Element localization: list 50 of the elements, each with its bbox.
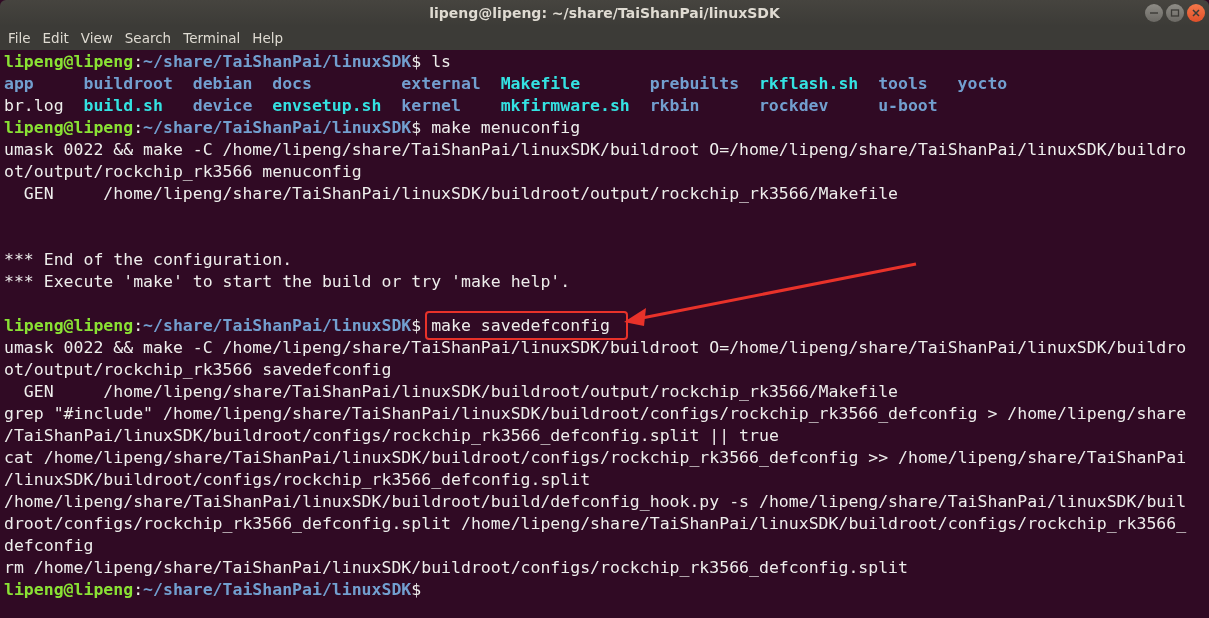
file-name: rkbin	[649, 96, 700, 115]
minimize-button[interactable]	[1145, 4, 1163, 22]
output-line: GEN /home/lipeng/share/TaiShanPai/linuxSDK/buildroot/output/rockchip_rk3566/Makefile	[22, 381, 900, 403]
file-name: buildroot	[83, 74, 173, 93]
file-name: rkflash.sh	[758, 74, 859, 93]
output-line: *** Execute 'make' to start the build or try 'make help'.	[4, 271, 572, 293]
output-line: cat /home/lipeng/share/TaiShanPai/linuxSDK/buildroot/configs/rockchip_rk3566_defconfig >> /home/lipeng/share/TaiShanPai	[4, 447, 1188, 469]
prompt-line: lipeng@lipeng:~/share/TaiShanPai/linuxSDK$ make menuconfig	[4, 117, 582, 139]
menu-item[interactable]: Search	[124, 30, 172, 46]
file-name: device	[192, 96, 253, 115]
file-name: kernel	[401, 96, 461, 115]
close-icon	[1191, 8, 1201, 18]
output-line: defconfig	[4, 535, 95, 557]
file-name: u-boot	[878, 96, 938, 115]
output-line: /linuxSDK/buildroot/configs/rockchip_rk3566_defconfig.split	[4, 469, 592, 491]
output-line: ot/output/rockchip_rk3566 savedefconfig	[4, 359, 393, 381]
output-line: rm /home/lipeng/share/TaiShanPai/linuxSDK/buildroot/configs/rockchip_rk3566_defconfig.split	[4, 557, 909, 579]
menu-item[interactable]: View	[80, 30, 113, 46]
output-line: droot/configs/rockchip_rk3566_defconfig.split /home/lipeng/share/TaiShanPai/linuxSDK/buildroot/configs/rockchip_rk3566_	[4, 513, 1188, 535]
menu-item[interactable]: Edit	[42, 30, 69, 46]
output-line: /TaiShanPai/linuxSDK/buildroot/configs/rockchip_rk3566_defconfig.split || true	[4, 425, 780, 447]
menu-item[interactable]: File	[8, 30, 31, 46]
file-name: br.log	[4, 96, 64, 115]
menu-item[interactable]: Help	[252, 30, 284, 46]
output-line: GEN /home/lipeng/share/TaiShanPai/linuxSDK/buildroot/output/rockchip_rk3566/Makefile	[22, 183, 900, 205]
file-name: app	[4, 74, 34, 93]
close-button[interactable]	[1187, 4, 1205, 22]
file-name: Makefile	[500, 74, 581, 93]
prompt-line: lipeng@lipeng:~/share/TaiShanPai/linuxSDK$ ls	[4, 51, 453, 73]
file-name: tools	[878, 74, 928, 93]
file-name: yocto	[957, 74, 1008, 93]
file-name: docs	[272, 74, 312, 93]
file-name: envsetup.sh	[272, 96, 382, 115]
file-name: debian	[192, 74, 253, 93]
file-name: mkfirmware.sh	[500, 96, 630, 115]
file-name: prebuilts	[649, 74, 740, 93]
file-name: rockdev	[758, 96, 829, 115]
output-line: umask 0022 && make -C /home/lipeng/share/TaiShanPai/linuxSDK/buildroot O=/home/lipeng/share/TaiShanPai/linuxSDK/buildro	[4, 139, 1188, 161]
output-line: /home/lipeng/share/TaiShanPai/linuxSDK/buildroot/build/defconfig_hook.py -s /home/lipeng/share/TaiShanPai/linuxSDK/buil	[4, 491, 1188, 513]
prompt-line: lipeng@lipeng:~/share/TaiShanPai/linuxSDK$	[4, 579, 423, 601]
file-name: build.sh	[83, 96, 163, 115]
maximize-button[interactable]	[1166, 4, 1184, 22]
output-line: ot/output/rockchip_rk3566 menuconfig	[4, 161, 363, 183]
maximize-icon	[1170, 8, 1180, 18]
menu-item[interactable]: Terminal	[183, 30, 241, 46]
output-line: grep "#include" /home/lipeng/share/TaiShanPai/linuxSDK/buildroot/configs/rockchip_rk3566_defconfig > /home/lipeng/share	[4, 403, 1188, 425]
output-line: *** End of the configuration.	[4, 249, 294, 271]
output-line: umask 0022 && make -C /home/lipeng/share/TaiShanPai/linuxSDK/buildroot O=/home/lipeng/share/TaiShanPai/linuxSDK/buildro	[4, 337, 1188, 359]
file-name: external	[401, 74, 481, 93]
window-title: lipeng@lipeng: ~/share/TaiShanPai/linuxSDK	[429, 5, 780, 21]
